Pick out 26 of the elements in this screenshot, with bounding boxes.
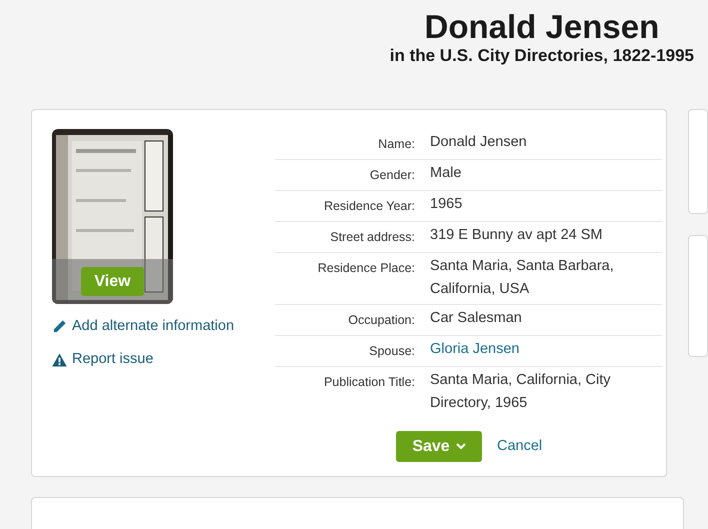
field-label: Street address: xyxy=(329,229,415,246)
caret-icon xyxy=(456,443,466,450)
field-label: Gender: xyxy=(368,167,415,184)
page-title: Donald Jensen xyxy=(424,8,660,46)
spouse-link[interactable]: Gloria Jensen xyxy=(430,338,630,363)
action-link[interactable]: Add alternate information xyxy=(52,316,252,338)
page-subtitle: in the U.S. City Directories, 1822-1995 xyxy=(390,46,694,66)
field-label: Spouse: xyxy=(368,343,415,360)
field-value: Santa Maria, Santa Barbara, California, USA xyxy=(430,257,615,299)
field-value: Santa Maria, California, City Directory, 1965 xyxy=(430,371,612,413)
warning-icon xyxy=(52,352,67,367)
field-value: Car Salesman xyxy=(430,309,523,328)
field-value: Donald Jensen xyxy=(430,133,528,152)
pencil-icon xyxy=(52,319,67,334)
field-value: Male xyxy=(430,164,462,183)
save-button[interactable]: Save xyxy=(396,431,482,462)
cancel-link[interactable]: Cancel xyxy=(497,436,542,458)
field-label: Publication Title: xyxy=(322,374,415,391)
field-label: Residence Place: xyxy=(316,260,415,277)
field-label: Residence Year: xyxy=(322,198,415,215)
field-label: Name: xyxy=(377,136,415,153)
field-value: 1965 xyxy=(430,195,464,214)
view-button[interactable]: View xyxy=(81,267,144,296)
action-link[interactable]: Report issue xyxy=(52,348,252,370)
field-label: Occupation: xyxy=(347,312,415,329)
field-value: 319 E Bunny av apt 24 SM xyxy=(430,226,604,245)
